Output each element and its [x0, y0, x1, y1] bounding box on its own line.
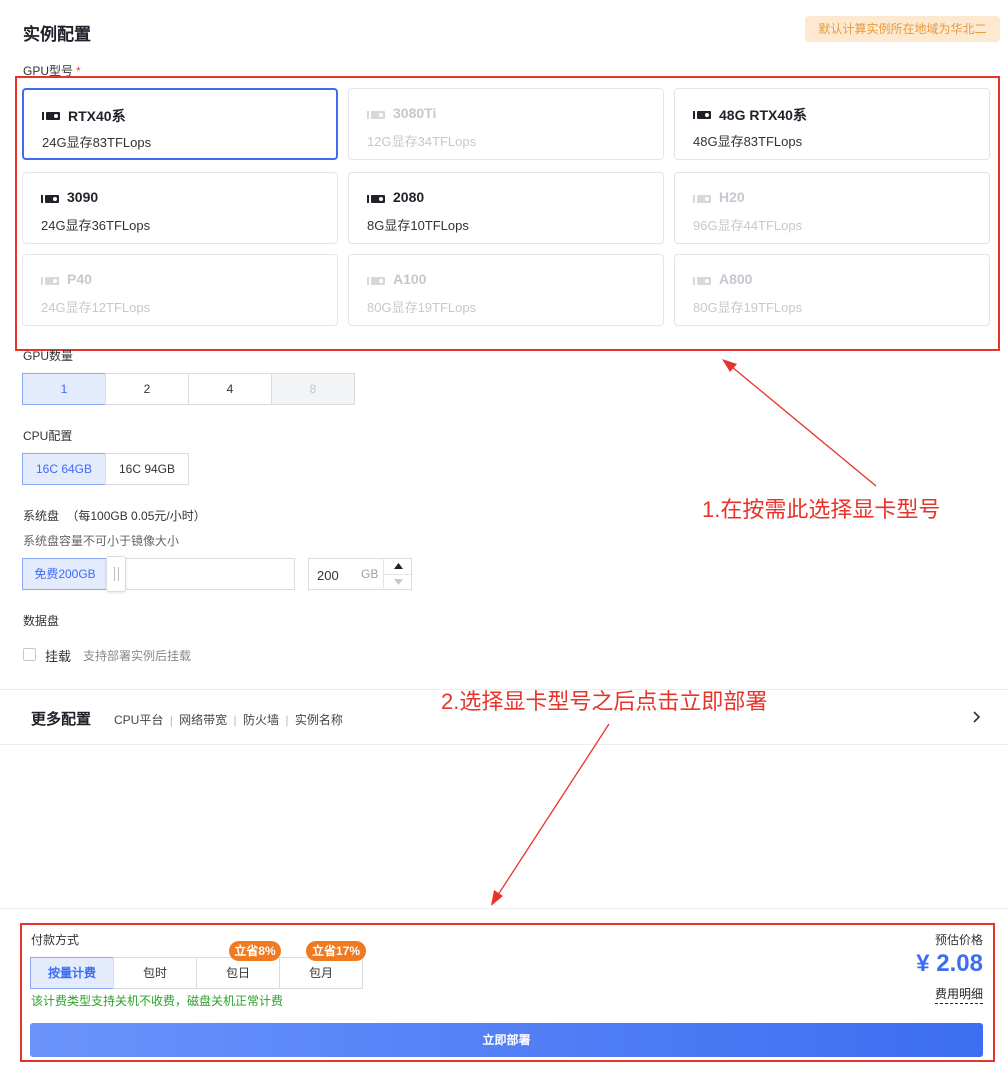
- cost-detail-link[interactable]: 费用明细: [934, 985, 983, 1004]
- annotation-step2: 2.选择显卡型号之后点击立即部署: [441, 689, 768, 714]
- separator: |: [169, 713, 173, 727]
- annotation-arrow-2: [491, 723, 610, 906]
- payment-option-pay-as-you-go[interactable]: 按量计费: [30, 957, 114, 989]
- gpu-count-option-4[interactable]: 4: [188, 373, 272, 405]
- divider: [0, 908, 1008, 909]
- payment-label: 付款方式: [31, 933, 80, 947]
- slider-handle[interactable]: [106, 556, 126, 592]
- price-label: 预估价格: [934, 933, 983, 947]
- more-config-items: CPU平台 | 网络带宽 | 防火墙 | 实例名称: [114, 711, 343, 728]
- mount-hint: 支持部署实例后挂载: [83, 649, 192, 663]
- annotation-step1: 1.在按需此选择显卡型号: [702, 497, 941, 522]
- system-disk-hint: 系统盘容量不可小于镜像大小: [23, 534, 180, 548]
- more-config-item-firewall: 防火墙: [242, 713, 279, 727]
- section-title: 实例配置: [23, 25, 91, 44]
- payment-option-daily[interactable]: 包日: [196, 957, 280, 989]
- discount-badge-monthly: 立省17%: [306, 941, 366, 961]
- stepper-up[interactable]: [383, 559, 413, 575]
- chevron-right-icon: [973, 711, 981, 723]
- discount-badge-daily: 立省8%: [229, 941, 281, 961]
- deploy-button[interactable]: 立即部署: [30, 1023, 983, 1057]
- more-config-title: 更多配置: [31, 711, 92, 728]
- mount-checkbox[interactable]: [23, 648, 36, 661]
- payment-note: 该计费类型支持关机不收费，磁盘关机正常计费: [31, 994, 284, 1008]
- annotation-arrow-1: [722, 359, 877, 487]
- separator: |: [233, 713, 237, 727]
- system-disk-unit: GB: [361, 567, 379, 581]
- more-config-item-cpu: CPU平台: [114, 713, 164, 727]
- system-disk-label-text: 系统盘: [23, 509, 60, 523]
- mount-checkbox-label[interactable]: 挂载: [45, 646, 71, 665]
- more-config-item-name: 实例名称: [294, 713, 343, 727]
- price-value: ¥ 2.08: [916, 950, 983, 977]
- system-disk-size-input[interactable]: 200 GB: [308, 558, 413, 590]
- more-config-item-bandwidth: 网络带宽: [179, 713, 228, 727]
- payment-option-hourly-pack[interactable]: 包时: [113, 957, 197, 989]
- annotation-box-gpu: [15, 76, 1000, 351]
- stepper-down[interactable]: [383, 575, 413, 590]
- separator: |: [285, 713, 289, 727]
- gpu-count-option-8: 8: [271, 373, 355, 405]
- system-disk-free-range: 免费200GB: [22, 558, 108, 590]
- system-disk-size-value: 200: [317, 568, 339, 583]
- region-badge: 默认计算实例所在地域为华北二: [805, 16, 1000, 42]
- caret-up-icon: [394, 563, 403, 569]
- system-disk-label: 系统盘 （每100GB 0.05元/小时）: [23, 507, 206, 524]
- gpu-count-label: GPU数量: [23, 349, 74, 363]
- cpu-config-label: CPU配置: [23, 429, 73, 443]
- gpu-count-option-1[interactable]: 1: [22, 373, 106, 405]
- data-disk-label: 数据盘: [23, 614, 60, 628]
- cpu-option-16c-94gb[interactable]: 16C 94GB: [105, 453, 189, 485]
- gpu-count-option-2[interactable]: 2: [105, 373, 189, 405]
- cpu-option-16c-64gb[interactable]: 16C 64GB: [22, 453, 106, 485]
- payment-option-monthly[interactable]: 包月: [279, 957, 363, 989]
- system-disk-price-note: （每100GB 0.05元/小时）: [66, 509, 206, 523]
- caret-down-icon: [394, 579, 403, 585]
